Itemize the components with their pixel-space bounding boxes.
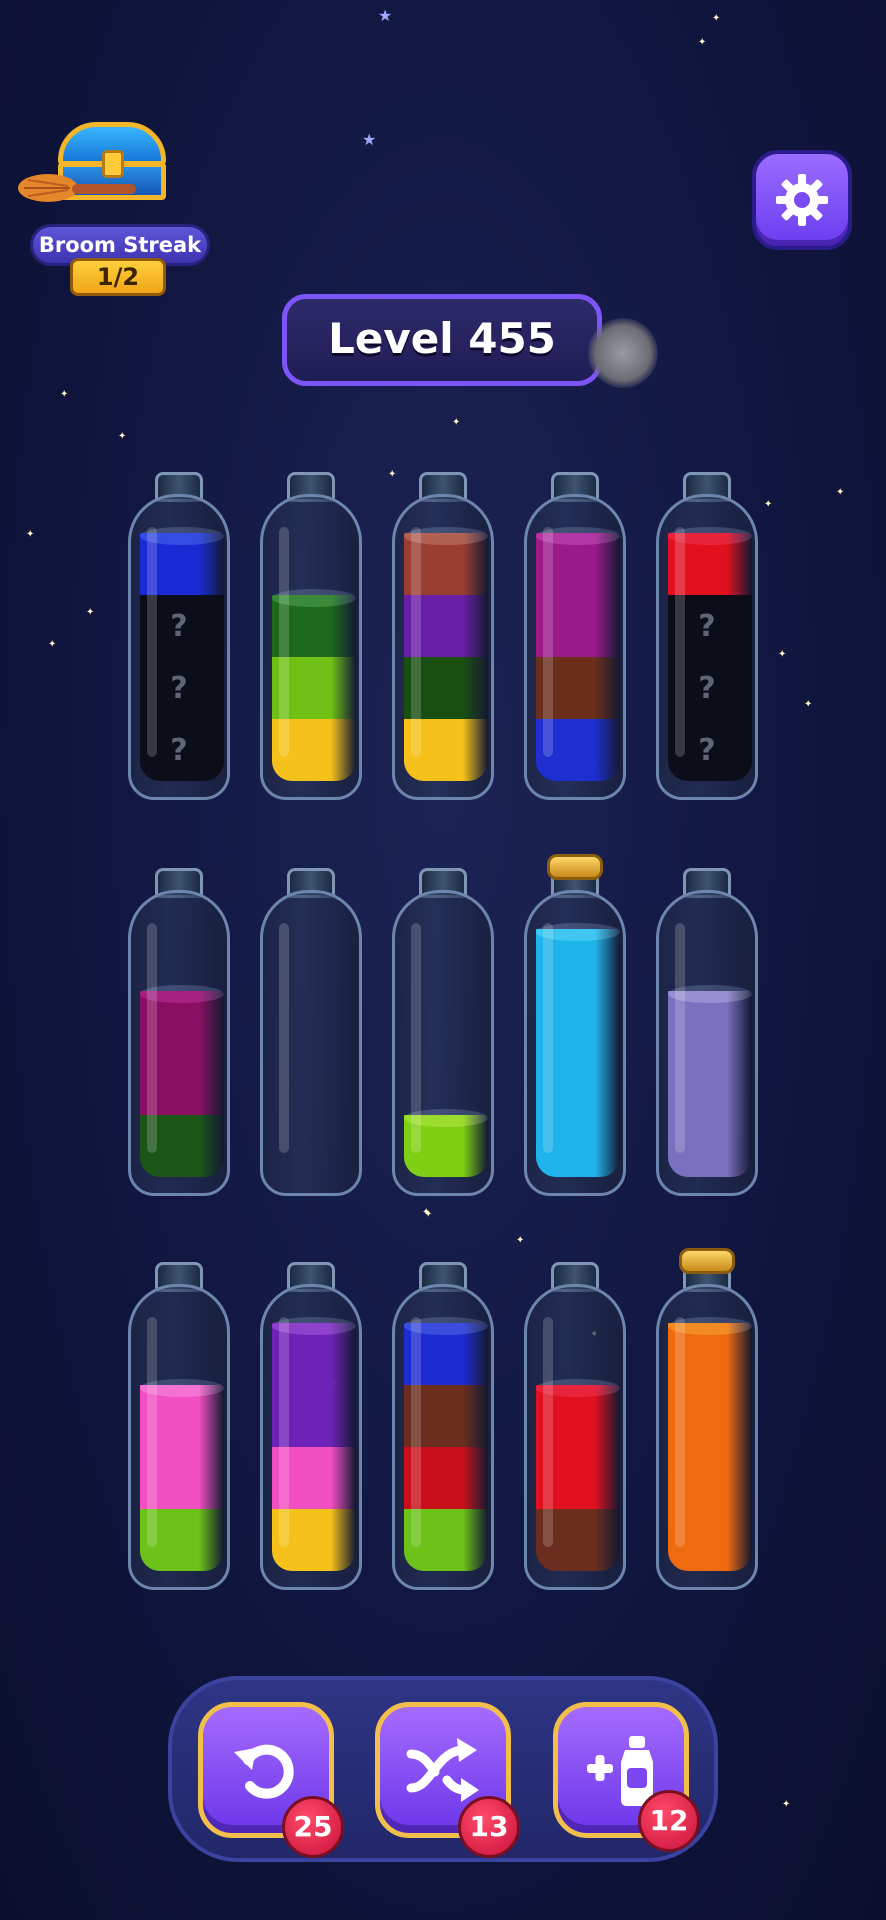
bottle-13[interactable]	[388, 1262, 498, 1592]
bottle-body	[392, 494, 494, 800]
bottle-body	[128, 1284, 230, 1590]
glass-shine	[411, 923, 421, 1153]
bottle-body	[260, 494, 362, 800]
glass-shine	[147, 923, 157, 1153]
glass-shine	[411, 1317, 421, 1547]
gear-icon	[776, 174, 828, 226]
cork-icon	[547, 854, 603, 880]
add-bottle-count-badge: 12	[638, 1790, 700, 1852]
bottle-15[interactable]	[652, 1248, 762, 1592]
bottle-9[interactable]	[520, 854, 630, 1198]
bottle-1[interactable]: ???	[124, 472, 234, 802]
glass-shine	[543, 923, 553, 1153]
glass-shine	[675, 1317, 685, 1547]
touch-indicator	[588, 318, 658, 388]
hidden-layer-mark: ?	[698, 671, 716, 706]
glass-shine	[675, 527, 685, 757]
glass-shine	[279, 1317, 289, 1547]
bottle-12[interactable]	[256, 1262, 366, 1592]
bottle-4[interactable]	[520, 472, 630, 802]
bottle-14[interactable]	[520, 1262, 630, 1592]
settings-button[interactable]	[752, 150, 852, 250]
hidden-layer-mark: ?	[698, 733, 716, 768]
glass-shine	[147, 1317, 157, 1547]
bottle-10[interactable]	[652, 868, 762, 1198]
level-indicator: Level 455	[282, 294, 602, 386]
bottle-6[interactable]	[124, 868, 234, 1198]
bottle-body: ???	[656, 494, 758, 800]
glass-shine	[279, 923, 289, 1153]
broom-icon	[18, 174, 136, 202]
bottle-body: ???	[128, 494, 230, 800]
bottle-body	[392, 1284, 494, 1590]
cork-icon	[679, 1248, 735, 1274]
bottle-8[interactable]	[388, 868, 498, 1198]
hidden-layer-mark: ?	[170, 609, 188, 644]
shuffle-count-badge: 13	[458, 1796, 520, 1858]
glass-shine	[147, 527, 157, 757]
bottle-body	[524, 494, 626, 800]
bottle-body	[392, 890, 494, 1196]
undo-count-badge: 25	[282, 1796, 344, 1858]
bottle-body	[260, 890, 362, 1196]
glass-shine	[279, 527, 289, 757]
hidden-layer-mark: ?	[698, 609, 716, 644]
bottle-7[interactable]	[256, 868, 366, 1198]
glass-shine	[543, 527, 553, 757]
broom-streak-widget[interactable]: Broom Streak 1/2	[18, 118, 210, 298]
glass-shine	[411, 527, 421, 757]
bottle-body	[656, 1284, 758, 1590]
level-label: Level 455	[328, 314, 556, 363]
bottle-body	[128, 890, 230, 1196]
hidden-layer-mark: ?	[170, 733, 188, 768]
broom-streak-count: 1/2	[70, 258, 166, 296]
bottle-body	[260, 1284, 362, 1590]
glass-shine	[675, 923, 685, 1153]
bottle-5[interactable]: ???	[652, 472, 762, 802]
bottle-11[interactable]	[124, 1262, 234, 1592]
bottle-body	[524, 1284, 626, 1590]
glass-shine	[543, 1317, 553, 1547]
undo-icon	[234, 1744, 294, 1799]
bottle-body	[524, 890, 626, 1196]
bottle-2[interactable]	[256, 472, 366, 802]
hidden-layer-mark: ?	[170, 671, 188, 706]
bottle-3[interactable]	[388, 472, 498, 802]
bottle-body	[656, 890, 758, 1196]
